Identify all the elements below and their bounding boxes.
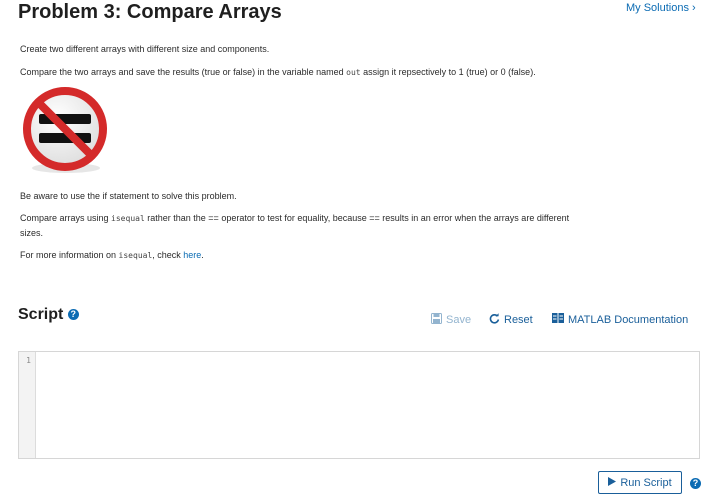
problem-line-2-text-a: Compare the two arrays and save the resu… <box>20 67 347 77</box>
function-isequal: isequal <box>111 214 145 223</box>
reset-button[interactable]: Reset <box>489 313 533 327</box>
script-title: Script <box>18 306 64 323</box>
problem-line-1: Create two different arrays with differe… <box>20 44 270 54</box>
run-script-button[interactable]: Run Script <box>598 471 682 494</box>
play-icon <box>608 476 617 489</box>
problem-line-4-text-b: rather than the == operator to test for … <box>144 213 570 223</box>
documentation-icon <box>552 313 564 326</box>
page-title: Problem 3: Compare Arrays <box>18 1 282 23</box>
function-isequal-2: isequal <box>118 251 153 260</box>
problem-line-5-text-b: , check <box>152 250 184 260</box>
matlab-documentation-button[interactable]: MATLAB Documentation <box>552 313 688 326</box>
problem-line-5: For more information on isequal, check h… <box>20 250 204 260</box>
problem-line-3: Be aware to use the if statement to solv… <box>20 191 237 201</box>
problem-line-5-period: . <box>201 250 204 260</box>
run-help-icon[interactable]: ? <box>690 478 701 489</box>
problem-line-4-text-a: Compare arrays using <box>20 213 112 223</box>
reset-icon <box>489 313 500 327</box>
line-number-gutter: 1 <box>19 352 36 458</box>
save-icon <box>431 313 442 327</box>
my-solutions-link[interactable]: My Solutions › <box>626 2 696 14</box>
variable-out: out <box>346 68 361 77</box>
matlab-documentation-label: MATLAB Documentation <box>568 313 689 326</box>
problem-line-5-text-a: For more information on <box>20 250 119 260</box>
problem-line-2-text-b: assign it repsectively to 1 (true) or 0 … <box>360 67 536 77</box>
run-script-label: Run Script <box>620 476 672 489</box>
my-solutions-label: My Solutions <box>626 2 689 14</box>
save-button[interactable]: Save <box>431 313 471 327</box>
save-label: Save <box>446 314 472 326</box>
problem-line-4-continued: sizes. <box>20 228 44 238</box>
reset-label: Reset <box>504 314 533 326</box>
code-input-area[interactable] <box>37 352 699 458</box>
chevron-right-icon: › <box>692 2 696 14</box>
help-icon[interactable]: ? <box>67 309 79 321</box>
line-number: 1 <box>26 356 31 365</box>
code-editor[interactable]: 1 <box>18 351 700 459</box>
problem-line-4: Compare arrays using isequal rather than… <box>20 213 569 223</box>
no-equal-sign-icon <box>20 86 110 176</box>
script-heading: Script ? <box>18 306 79 324</box>
here-link[interactable]: here <box>183 250 201 260</box>
problem-line-2: Compare the two arrays and save the resu… <box>20 67 536 77</box>
